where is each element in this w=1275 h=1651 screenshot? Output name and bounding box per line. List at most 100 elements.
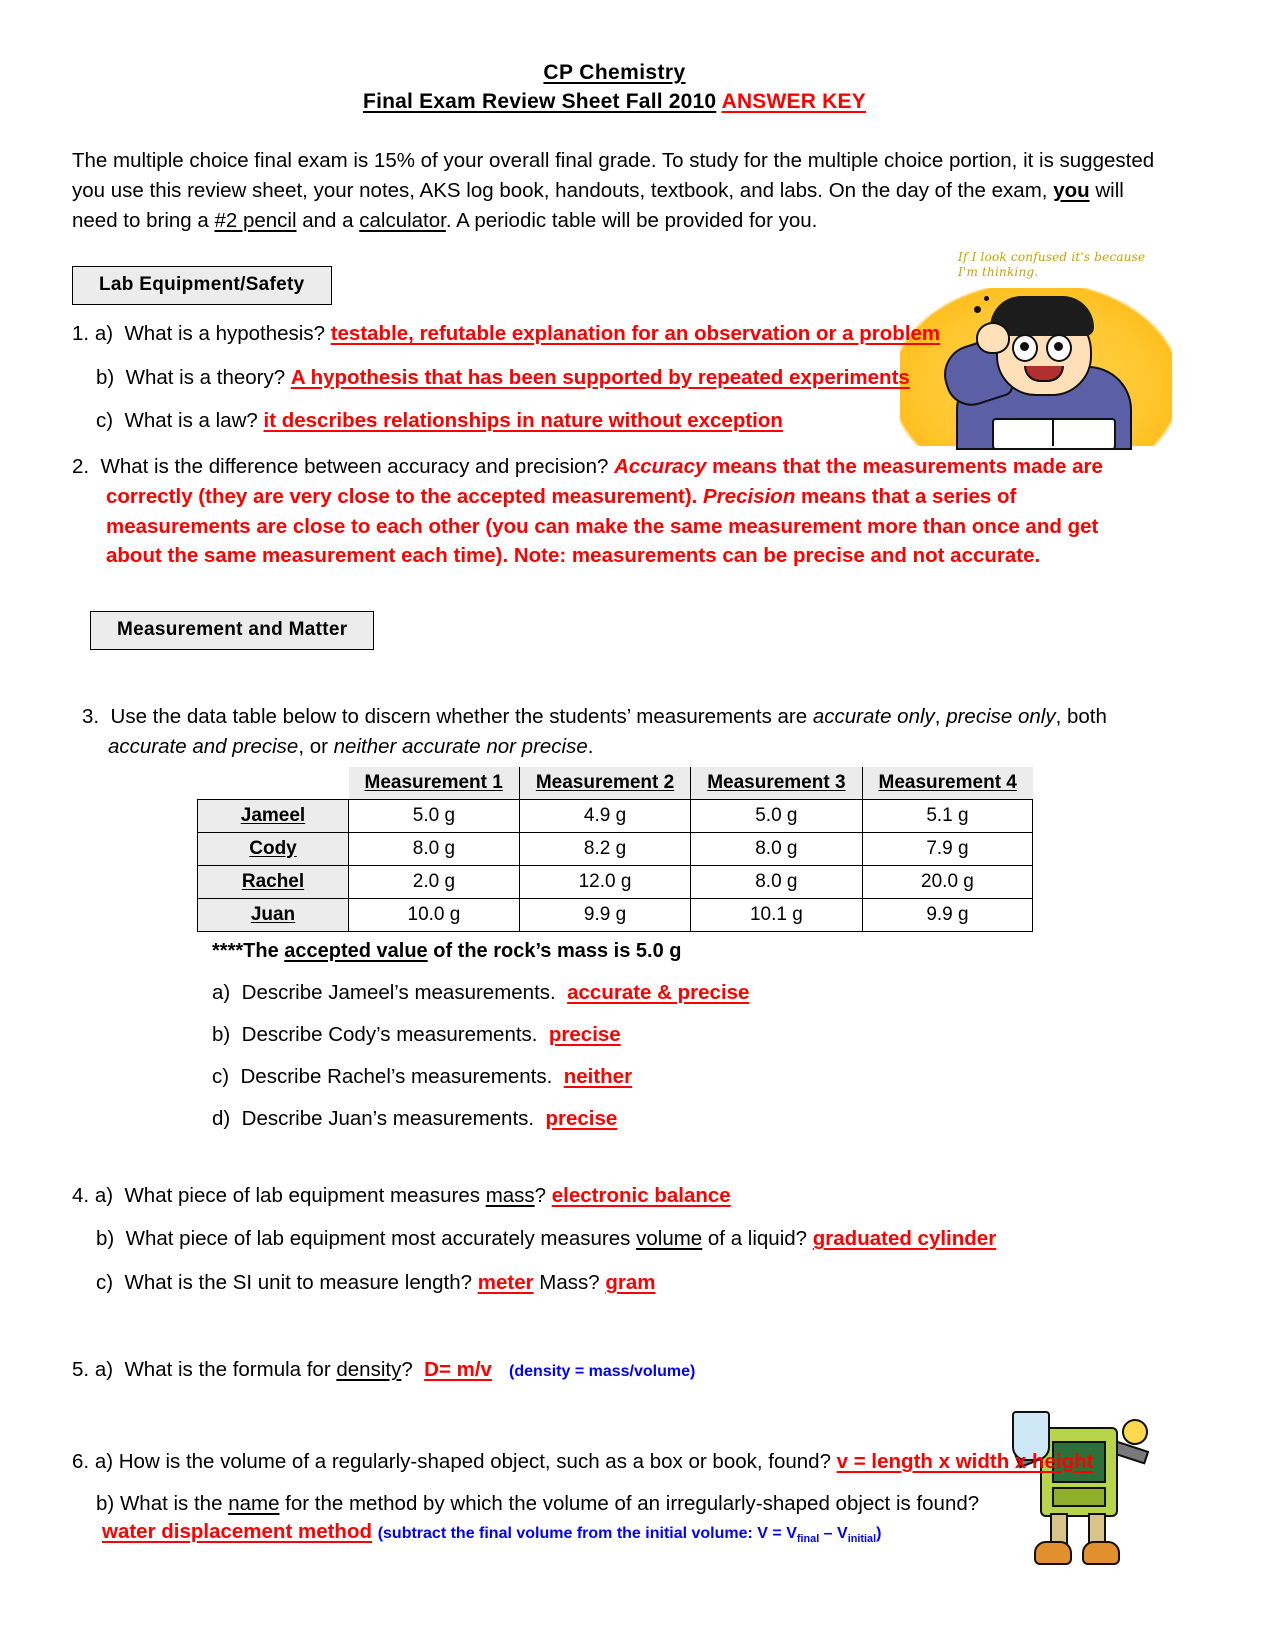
question-4c: c) What is the SI unit to measure length…: [96, 1268, 1157, 1298]
col-header-label-4: Measurement 4: [878, 771, 1017, 793]
q2-number: 2.: [72, 454, 90, 478]
question-1c: c) What is a law? it describes relations…: [96, 406, 1157, 436]
q4c-question: What is the SI unit to measure length?: [124, 1270, 473, 1294]
q6b-note-sub-initial: initial: [847, 1533, 877, 1546]
q3c-text: Describe Rachel’s measurements.: [240, 1064, 553, 1088]
q4b-question-pre: What piece of lab equipment most accurat…: [125, 1227, 637, 1251]
q2-line2-b: means that a series of: [795, 484, 1017, 508]
q3-accurate-and-precise: accurate and precise: [108, 735, 299, 759]
question-6a: 6. a) How is the volume of a regularly-s…: [72, 1447, 1157, 1477]
accepted-prefix: ****The: [212, 939, 285, 962]
student-name-label: Jameel: [240, 804, 306, 826]
measurement-cell: 8.0 g: [690, 864, 863, 899]
q3b-text: Describe Cody’s measurements.: [241, 1022, 538, 1046]
q3-neither: neither accurate nor precise: [333, 735, 588, 759]
q1b-label: b): [96, 365, 115, 389]
measurement-cell: 8.2 g: [518, 831, 692, 866]
q6b-note: (subtract the final volume from the init…: [377, 1525, 882, 1545]
measurement-cell: 10.0 g: [348, 897, 520, 932]
question-1a: 1. a) What is a hypothesis? testable, re…: [72, 319, 1157, 349]
q6b-question-post: for the method by which the volume of an…: [279, 1492, 980, 1516]
q5a-label: a): [94, 1358, 114, 1382]
q3d-label: d): [212, 1106, 231, 1130]
page-title-line-1: CP Chemistry: [72, 60, 1157, 87]
q3-number: 3.: [82, 705, 100, 729]
table-body: Jameel 5.0 g 4.9 g 5.0 g 5.1 g Cody 8.0 …: [197, 798, 1034, 932]
q3-line-1: 3. Use the data table below to discern w…: [82, 702, 1157, 732]
page-title-line-2: Final Exam Review Sheet Fall 2010 ANSWER…: [72, 89, 1157, 116]
q6b-note-pre: (subtract the final volume from the init…: [377, 1525, 797, 1543]
q3-line1-b: ,: [934, 705, 947, 729]
q6a-question: How is the volume of a regularly-shaped …: [118, 1449, 831, 1473]
table-row: Juan 10.0 g 9.9 g 10.1 g 9.9 g: [197, 897, 1034, 932]
q3-line-2: accurate and precise, or neither accurat…: [108, 732, 1157, 762]
student-name-label: Juan: [250, 903, 296, 925]
measurement-cell: 12.0 g: [518, 864, 692, 899]
intro-part-4: . A periodic table will be provided for …: [445, 209, 818, 232]
q2-accuracy-word: Accuracy: [614, 454, 707, 478]
q4b-underline-volume: volume: [636, 1227, 703, 1251]
q3a-label: a): [212, 980, 231, 1004]
q6b-note-sub-final: final: [796, 1533, 820, 1546]
intro-paragraph: The multiple choice final exam is 15% of…: [72, 146, 1157, 236]
question-1b: b) What is a theory? A hypothesis that h…: [96, 363, 1157, 393]
q4a-underline-mass: mass: [485, 1183, 535, 1207]
table-col-header-1: Measurement 1: [348, 766, 520, 800]
q6-number: 6.: [72, 1449, 90, 1473]
q2-accuracy-text: means that the measurements made are: [706, 454, 1103, 478]
section-header-lab-equipment: Lab Equipment/Safety: [72, 266, 332, 306]
document-body: CP Chemistry Final Exam Review Sheet Fal…: [72, 60, 1157, 1546]
accepted-suffix: of the rock’s mass is 5.0 g: [427, 939, 682, 962]
table-header-row: Measurement 1 Measurement 2 Measurement …: [198, 766, 1033, 800]
q3d-answer: precise: [545, 1106, 618, 1130]
row-name-cell: Cody: [197, 831, 349, 866]
q3-line2-d: .: [587, 735, 594, 759]
question-4b: b) What piece of lab equipment most accu…: [96, 1224, 1157, 1254]
col-header-label-2: Measurement 2: [535, 771, 675, 793]
q3-line1-a: Use the data table below to discern whet…: [110, 705, 813, 729]
q4c-answer-mass: gram: [605, 1270, 656, 1294]
q3a-text: Describe Jameel’s measurements.: [241, 980, 556, 1004]
q4a-question-post: ?: [534, 1183, 547, 1207]
q5a-note: (density = mass/volume): [509, 1363, 696, 1381]
q3a-answer: accurate & precise: [567, 980, 750, 1004]
intro-part-3: and a: [296, 209, 360, 232]
q4b-question-post: of a liquid?: [702, 1227, 808, 1251]
q1b-question: What is a theory?: [125, 365, 286, 389]
q1a-question: What is a hypothesis?: [124, 322, 325, 346]
question-3b: b) Describe Cody’s measurements. precise: [212, 1023, 1157, 1047]
q3-precise-only: precise only: [946, 705, 1056, 729]
q4-number: 4.: [72, 1183, 90, 1207]
accepted-value-underline: accepted value: [284, 939, 428, 962]
table-col-header-4: Measurement 4: [862, 766, 1033, 800]
document-title-block: CP Chemistry Final Exam Review Sheet Fal…: [72, 60, 1157, 116]
student-name-label: Rachel: [241, 870, 305, 892]
row-name-cell: Juan: [197, 897, 349, 932]
intro-pencil: #2 pencil: [214, 209, 297, 232]
q6b-note-mid: – V: [819, 1525, 848, 1543]
measurement-cell: 9.9 g: [518, 897, 692, 932]
q4b-label: b): [96, 1227, 115, 1251]
table-head: Measurement 1 Measurement 2 Measurement …: [198, 766, 1033, 800]
table-corner-cell: [198, 767, 349, 800]
q6a-answer: v = length x width x height: [836, 1449, 1094, 1473]
q4a-answer: electronic balance: [551, 1183, 731, 1207]
intro-you: you: [1053, 178, 1090, 202]
q2-line-2: correctly (they are very close to the ac…: [106, 482, 1157, 512]
q3d-text: Describe Juan’s measurements.: [241, 1106, 535, 1130]
course-name: CP Chemistry: [543, 61, 686, 84]
q3c-label: c): [212, 1064, 230, 1088]
question-3d: d) Describe Juan’s measurements. precise: [212, 1107, 1157, 1131]
q4b-answer: graduated cylinder: [812, 1227, 997, 1251]
intro-calculator: calculator: [359, 209, 446, 232]
q2-precision-word: Precision: [703, 484, 796, 508]
answer-key-label: ANSWER KEY: [721, 89, 866, 113]
q2-line-3: measurements are close to each other (yo…: [106, 514, 1099, 538]
q6b-question-pre: What is the: [119, 1492, 229, 1516]
measurement-cell: 8.0 g: [348, 831, 520, 866]
section-header-lab-equipment-wrap: Lab Equipment/Safety: [72, 266, 1157, 306]
measurement-cell: 9.9 g: [861, 897, 1034, 932]
q4a-question-pre: What piece of lab equipment measures: [124, 1183, 486, 1207]
measurement-cell: 5.0 g: [348, 798, 520, 833]
section-header-measurement-wrap: Measurement and Matter: [90, 611, 1157, 651]
